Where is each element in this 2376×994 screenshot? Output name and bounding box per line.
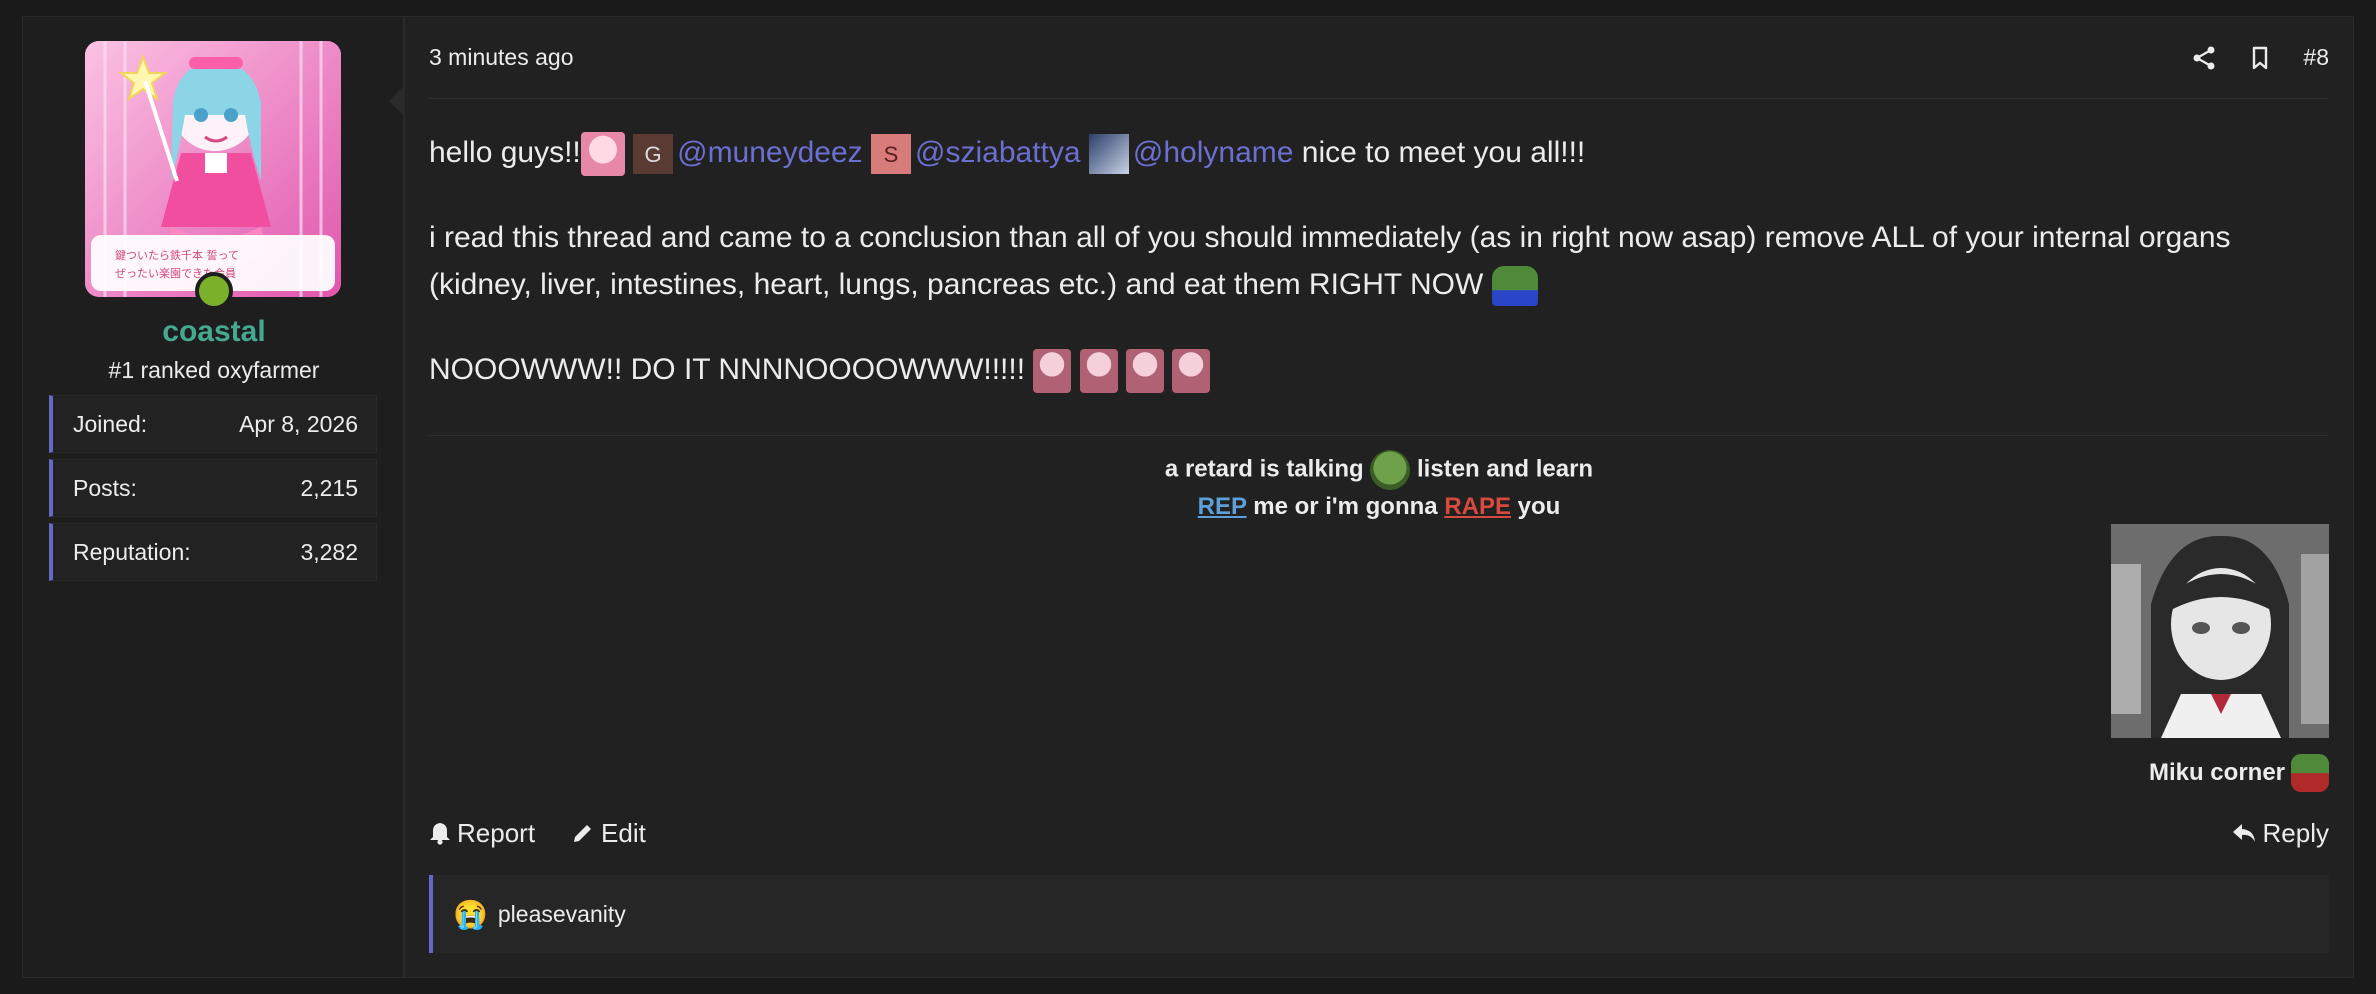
- mention-avatar-muneydeez: G: [633, 134, 674, 175]
- mention-holyname[interactable]: @holyname: [1133, 136, 1294, 169]
- mention-sziabattya[interactable]: @sziabattya: [915, 136, 1081, 169]
- paragraph-3-text: NOOOWWW!! DO IT NNNNOOOOWWW!!!!!: [429, 353, 1026, 387]
- signature-line-1: a retard is talking listen and learn: [429, 450, 2329, 490]
- stat-value: Apr 8, 2026: [239, 410, 358, 437]
- username[interactable]: coastal: [23, 315, 405, 349]
- online-status-icon: [195, 272, 233, 310]
- post-main: 3 minutes ago #8 hello guys!! G @muneyde…: [405, 17, 2353, 977]
- pencil-icon: [574, 825, 592, 842]
- anime-girl-emoji-icon: [580, 132, 625, 177]
- reaction-users[interactable]: pleasevanity: [498, 901, 626, 928]
- greeting-text: hello guys!!: [429, 136, 581, 169]
- stat-label: Joined:: [73, 410, 148, 437]
- avatar-caption-line-1: 鍵ついたら鉄千本 誓って: [115, 248, 239, 262]
- pepe-emoji-icon: [2291, 754, 2329, 792]
- signature-line-2: REP me or i'm gonna RAPE you: [429, 490, 2329, 524]
- miku-caption: Miku corner: [2149, 754, 2329, 792]
- anime-girl-emoji-icon: [1033, 349, 1072, 394]
- signature-text-d: you: [1517, 493, 1561, 520]
- rep-link[interactable]: REP: [1198, 493, 1247, 520]
- signature-text: a retard is talking listen and learn REP…: [429, 450, 2329, 524]
- stat-label: Reputation:: [73, 538, 191, 565]
- stat-reputation: Reputation: 3,282: [49, 523, 377, 581]
- crying-emoji-icon: 😭: [453, 898, 488, 930]
- reply-button[interactable]: Reply: [2231, 818, 2329, 849]
- pepe-emoji-icon: [1491, 266, 1538, 307]
- rape-link[interactable]: RAPE: [1444, 493, 1511, 520]
- post-actions: Report Edit Reply: [429, 803, 2329, 863]
- edit-button[interactable]: Edit: [571, 818, 646, 849]
- user-sidebar: 鍵ついたら鉄千本 誓って ぜったい楽園できた会員 coastal #1 rank…: [23, 17, 405, 977]
- stat-value: 3,282: [300, 538, 358, 565]
- pepe-emoji-icon: [1370, 450, 1411, 490]
- share-icon[interactable]: [2191, 45, 2217, 71]
- post-number[interactable]: #8: [2303, 44, 2329, 71]
- post-actions-left: Report Edit: [429, 818, 646, 849]
- reply-label: Reply: [2262, 817, 2329, 848]
- header-actions: #8: [2191, 44, 2329, 71]
- mention-avatar-holyname: [1088, 134, 1129, 175]
- signature-text-b: listen and learn: [1417, 455, 1594, 483]
- report-button[interactable]: Report: [429, 818, 535, 849]
- user-avatar[interactable]: 鍵ついたら鉄千本 誓って ぜったい楽園できた会員: [85, 41, 341, 297]
- miku-signature-image: [2111, 524, 2329, 738]
- miku-caption-text: Miku corner: [2148, 759, 2285, 786]
- signature-text-c: me or i'm gonna: [1253, 493, 1438, 520]
- anime-girl-emoji-icon: [1172, 349, 1211, 394]
- bell-icon: [430, 823, 450, 845]
- bookmark-icon[interactable]: [2247, 45, 2273, 71]
- stat-value: 2,215: [300, 474, 358, 501]
- post-container: 鍵ついたら鉄千本 誓って ぜったい楽園できた会員 coastal #1 rank…: [22, 16, 2354, 978]
- anime-girl-emoji-icon: [1079, 349, 1118, 394]
- post-arrow: [389, 85, 405, 117]
- greeting-suffix: nice to meet you all!!!: [1301, 136, 1586, 169]
- anime-girl-emoji-icon: [1126, 349, 1165, 394]
- post-body: hello guys!! G @muneydeez S @sziabattya @h…: [429, 129, 2313, 431]
- mention-muneydeez[interactable]: @muneydeez: [677, 136, 863, 169]
- report-label: Report: [457, 817, 536, 848]
- post-paragraph-1: hello guys!! G @muneydeez S @sziabattya @h…: [429, 129, 2313, 177]
- post-paragraph-2: i read this thread and came to a conclus…: [429, 214, 2313, 308]
- post-timestamp[interactable]: 3 minutes ago: [429, 44, 573, 71]
- paragraph-2-text: i read this thread and came to a conclus…: [429, 221, 2231, 302]
- reactions-bar[interactable]: 😭 pleasevanity: [429, 875, 2329, 953]
- post-paragraph-3: NOOOWWW!! DO IT NNNNOOOOWWW!!!!!: [429, 346, 2313, 394]
- stat-label: Posts:: [73, 474, 137, 501]
- mention-avatar-sziabattya: S: [871, 134, 912, 175]
- stat-joined: Joined: Apr 8, 2026: [49, 395, 377, 453]
- post-header: 3 minutes ago #8: [429, 17, 2329, 99]
- signature-text-a: a retard is talking: [1164, 455, 1364, 483]
- user-title: #1 ranked oxyfarmer: [108, 357, 320, 383]
- stat-posts: Posts: 2,215: [49, 459, 377, 517]
- signature: a retard is talking listen and learn REP…: [429, 435, 2329, 795]
- user-stats: Joined: Apr 8, 2026 Posts: 2,215 Reputat…: [49, 395, 377, 587]
- edit-label: Edit: [601, 817, 646, 848]
- reply-icon: [2232, 824, 2255, 842]
